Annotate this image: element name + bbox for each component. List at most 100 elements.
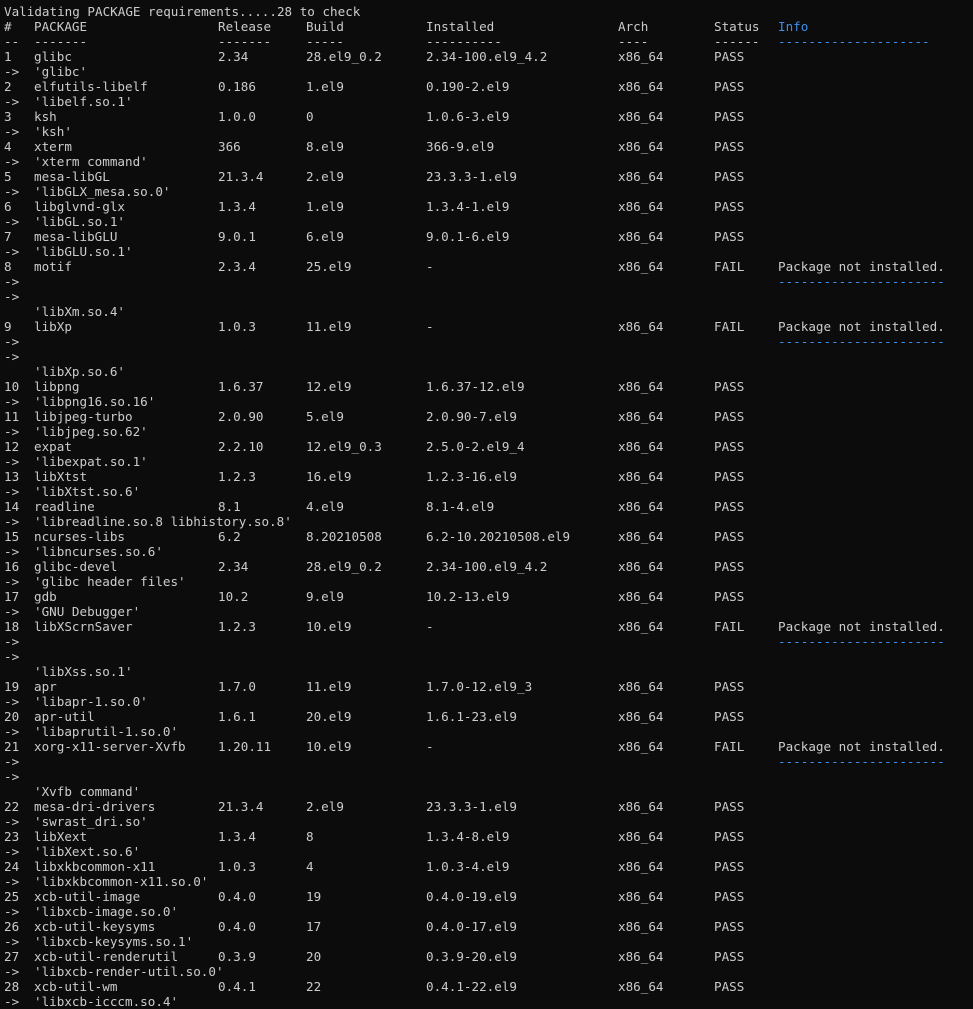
- installed-version: 1.7.0-12.el9_3: [426, 679, 533, 694]
- status: PASS: [714, 169, 745, 184]
- arrow-marker: ->: [4, 874, 20, 889]
- package-name: mesa-dri-drivers: [34, 799, 156, 814]
- row-number: 4: [4, 139, 12, 154]
- arch: x86_64: [618, 829, 664, 844]
- arch: x86_64: [618, 319, 664, 334]
- package-description: 'libpng16.so.16': [34, 394, 156, 409]
- package-description: 'libxkbcommon-x11.so.0': [34, 874, 209, 889]
- status: PASS: [714, 709, 745, 724]
- status: PASS: [714, 229, 745, 244]
- package-description: 'libaprutil-1.so.0': [34, 724, 179, 739]
- release-version: 0.4.0: [218, 919, 256, 934]
- separator-num: --: [4, 34, 20, 49]
- row-number: 21: [4, 739, 20, 754]
- arch: x86_64: [618, 589, 664, 604]
- arrow-marker: ->: [4, 274, 20, 289]
- installed-version: 1.0.6-3.el9: [426, 109, 510, 124]
- status: PASS: [714, 499, 745, 514]
- build-version: 22: [306, 979, 322, 994]
- arrow-marker: ->: [4, 454, 20, 469]
- arch: x86_64: [618, 799, 664, 814]
- status: PASS: [714, 889, 745, 904]
- build-version: 25.el9: [306, 259, 352, 274]
- arch: x86_64: [618, 139, 664, 154]
- package-description: 'GNU Debugger': [34, 604, 141, 619]
- installed-version: 1.6.1-23.el9: [426, 709, 517, 724]
- row-number: 14: [4, 499, 20, 514]
- installed-version: 0.4.0-19.el9: [426, 889, 517, 904]
- info-underline: ----------------------: [778, 334, 945, 349]
- row-number: 5: [4, 169, 12, 184]
- arch: x86_64: [618, 259, 664, 274]
- status: PASS: [714, 529, 745, 544]
- package-description: 'libXm.so.4': [34, 304, 125, 319]
- build-version: 4.el9: [306, 499, 344, 514]
- arrow-marker: ->: [4, 604, 20, 619]
- status: PASS: [714, 199, 745, 214]
- arch: x86_64: [618, 859, 664, 874]
- build-version: 5.el9: [306, 409, 344, 424]
- status: PASS: [714, 439, 745, 454]
- arrow-marker: ->: [4, 934, 20, 949]
- installed-version: 2.0.90-7.el9: [426, 409, 517, 424]
- package-name: libXScrnSaver: [34, 619, 133, 634]
- status: PASS: [714, 979, 745, 994]
- build-version: 20: [306, 949, 322, 964]
- status: PASS: [714, 49, 745, 64]
- build-version: 17: [306, 919, 322, 934]
- release-version: 1.0.3: [218, 859, 256, 874]
- arch: x86_64: [618, 499, 664, 514]
- arrow-marker: ->: [4, 844, 20, 859]
- status: PASS: [714, 679, 745, 694]
- package-name: expat: [34, 439, 72, 454]
- arrow-marker: ->: [4, 184, 20, 199]
- release-version: 366: [218, 139, 241, 154]
- package-name: mesa-libGLU: [34, 229, 118, 244]
- status: PASS: [714, 559, 745, 574]
- build-version: 10.el9: [306, 619, 352, 634]
- package-description: 'libxcb-keysyms.so.1': [34, 934, 194, 949]
- status: PASS: [714, 409, 745, 424]
- release-version: 1.3.4: [218, 199, 256, 214]
- package-description: 'libapr-1.so.0': [34, 694, 148, 709]
- build-version: 19: [306, 889, 322, 904]
- package-description: 'libreadline.so.8 libhistory.so.8': [34, 514, 292, 529]
- installed-version: 9.0.1-6.el9: [426, 229, 510, 244]
- arrow-marker: ->: [4, 754, 20, 769]
- status: FAIL: [714, 619, 745, 634]
- package-name: xcb-util-image: [34, 889, 141, 904]
- arch: x86_64: [618, 979, 664, 994]
- arch: x86_64: [618, 709, 664, 724]
- installed-version: 366-9.el9: [426, 139, 495, 154]
- installed-version: 10.2-13.el9: [426, 589, 510, 604]
- package-name: libXtst: [34, 469, 88, 484]
- package-name: glibc: [34, 49, 72, 64]
- release-version: 2.3.4: [218, 259, 256, 274]
- status: PASS: [714, 469, 745, 484]
- installed-version: -: [426, 619, 434, 634]
- arrow-marker: ->: [4, 544, 20, 559]
- installed-version: -: [426, 739, 434, 754]
- release-version: 2.34: [218, 49, 249, 64]
- status: PASS: [714, 379, 745, 394]
- row-number: 28: [4, 979, 20, 994]
- build-version: 20.el9: [306, 709, 352, 724]
- package-name: xterm: [34, 139, 72, 154]
- arch: x86_64: [618, 739, 664, 754]
- row-number: 13: [4, 469, 20, 484]
- info-message: Package not installed.: [778, 619, 945, 634]
- package-name: libjpeg-turbo: [34, 409, 133, 424]
- terminal-window[interactable]: Validating PACKAGE requirements.....28 t…: [0, 0, 973, 1009]
- package-description: 'libXss.so.1': [34, 664, 133, 679]
- status: PASS: [714, 919, 745, 934]
- arrow-marker: ->: [4, 349, 20, 364]
- arrow-marker: ->: [4, 574, 20, 589]
- status: FAIL: [714, 739, 745, 754]
- release-version: 1.6.37: [218, 379, 264, 394]
- build-version: 16.el9: [306, 469, 352, 484]
- row-number: 20: [4, 709, 20, 724]
- package-description: 'libGLX_mesa.so.0': [34, 184, 171, 199]
- build-version: 28.el9_0.2: [306, 49, 382, 64]
- arrow-marker: ->: [4, 904, 20, 919]
- arrow-marker: ->: [4, 484, 20, 499]
